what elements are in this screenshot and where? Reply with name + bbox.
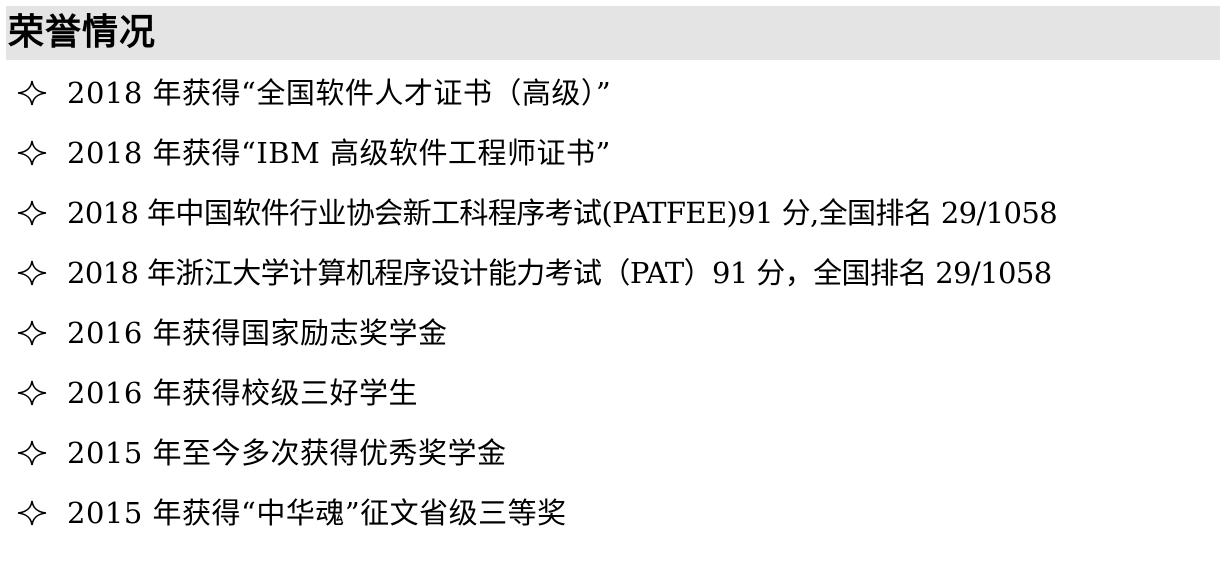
- list-item: 2018 年中国软件行业协会新工科程序考试(PATFEE)91 分,全国排名 2…: [0, 183, 1229, 243]
- honor-text: 2016 年获得校级三好学生: [67, 376, 419, 410]
- diamond-outline-icon: [17, 483, 47, 543]
- diamond-outline-icon: [17, 63, 47, 123]
- diamond-outline-icon: [17, 423, 47, 483]
- section-header: 荣誉情况: [6, 6, 1220, 60]
- diamond-outline-icon: [17, 123, 47, 183]
- list-item: 2018 年获得“IBM 高级软件工程师证书”: [0, 123, 1229, 183]
- list-item: 2015 年获得“中华魂”征文省级三等奖: [0, 483, 1229, 543]
- list-item: 2016 年获得国家励志奖学金: [0, 303, 1229, 363]
- diamond-outline-icon: [17, 363, 47, 423]
- diamond-outline-icon: [17, 183, 47, 243]
- honor-text: 2015 年至今多次获得优秀奖学金: [67, 436, 507, 470]
- list-item: 2016 年获得校级三好学生: [0, 363, 1229, 423]
- diamond-outline-icon: [17, 303, 47, 363]
- honor-text: 2018 年浙江大学计算机程序设计能力考试（PAT）91 分，全国排名 29/1…: [67, 256, 1052, 290]
- diamond-outline-icon: [17, 243, 47, 303]
- honor-text: 2015 年获得“中华魂”征文省级三等奖: [67, 496, 567, 530]
- honor-text: 2016 年获得国家励志奖学金: [67, 316, 448, 350]
- honor-text: 2018 年获得“IBM 高级软件工程师证书”: [67, 136, 611, 170]
- section-title: 荣誉情况: [8, 12, 157, 53]
- list-item: 2015 年至今多次获得优秀奖学金: [0, 423, 1229, 483]
- honor-text: 2018 年中国软件行业协会新工科程序考试(PATFEE)91 分,全国排名 2…: [67, 196, 1058, 230]
- list-item: 2018 年获得“全国软件人才证书（高级）”: [0, 63, 1229, 123]
- honor-text: 2018 年获得“全国软件人才证书（高级）”: [67, 76, 612, 110]
- honors-list: 2018 年获得“全国软件人才证书（高级）” 2018 年获得“IBM 高级软件…: [0, 63, 1229, 543]
- list-item: 2018 年浙江大学计算机程序设计能力考试（PAT）91 分，全国排名 29/1…: [0, 243, 1229, 303]
